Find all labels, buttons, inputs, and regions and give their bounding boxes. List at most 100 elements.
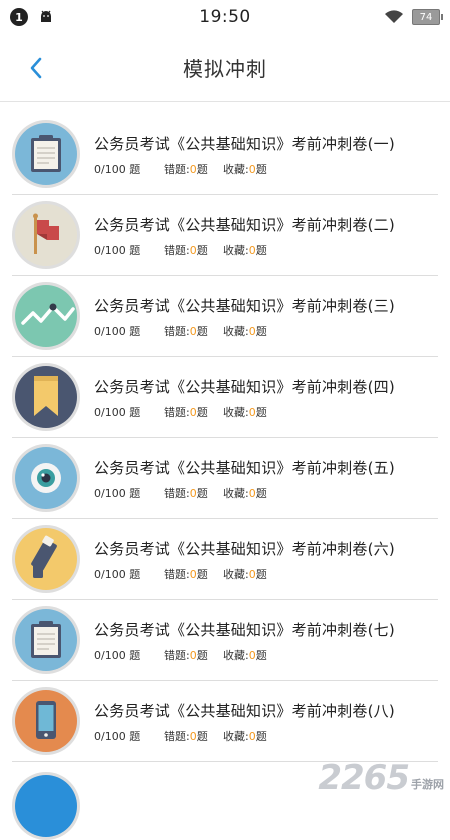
avatar-ring xyxy=(12,772,80,840)
fav-unit: 题 xyxy=(255,244,267,257)
exam-list: 公务员考试《公共基础知识》考前冲刺卷(一) 0/100 题错题:0题 收藏:0题 … xyxy=(0,114,450,762)
item-meta: 0/100 题错题:0题 收藏:0题 xyxy=(94,566,267,582)
fav-label: 收藏: xyxy=(223,244,249,257)
fav-count: 收藏:0题 xyxy=(223,728,267,744)
list-item[interactable]: 公务员考试《公共基础知识》考前冲刺卷(一) 0/100 题错题:0题 收藏:0题 xyxy=(12,114,438,195)
progress-text: 0/100 题 xyxy=(94,730,141,743)
progress-text: 0/100 题 xyxy=(94,487,141,500)
fav-count: 收藏:0题 xyxy=(223,647,267,663)
item-meta: 0/100 题错题:0题 收藏:0题 xyxy=(94,485,267,501)
wrong-label: 错题: xyxy=(164,163,190,176)
line-chart-icon xyxy=(21,303,75,325)
avatar-ring xyxy=(12,444,80,512)
wifi-icon xyxy=(385,10,403,23)
telescope-icon xyxy=(31,535,57,578)
fav-number: 0 xyxy=(248,244,256,257)
fav-count: 收藏:0题 xyxy=(223,242,267,258)
eye-icon xyxy=(31,463,61,493)
status-time: 19:50 xyxy=(199,7,251,27)
item-meta: 0/100 题 错题:0题 收藏:0题 xyxy=(94,728,267,744)
fav-count: 收藏:0题 xyxy=(223,323,267,339)
progress-text: 0/100 题 xyxy=(94,568,141,581)
avatar xyxy=(15,609,77,671)
battery-icon: 74 xyxy=(412,9,443,25)
clipboard-icon xyxy=(31,621,61,658)
fav-number: 0 xyxy=(248,730,256,743)
list-item[interactable]: 公务员考试《公共基础知识》考前冲刺卷(八) 0/100 题 错题:0题 收藏:0题 xyxy=(12,681,438,762)
fav-unit: 题 xyxy=(255,568,267,581)
wrong-unit: 题 xyxy=(196,487,208,500)
wrong-label: 错题: xyxy=(164,244,190,257)
wrong-number: 0 xyxy=(189,244,197,257)
wrong-unit: 题 xyxy=(196,649,208,662)
fav-number: 0 xyxy=(248,487,256,500)
list-item[interactable]: 公务员考试《公共基础知识》考前冲刺卷(五) 0/100 题错题:0题 收藏:0题 xyxy=(12,438,438,519)
watermark-logo: 2265 手游网 xyxy=(318,758,444,798)
list-item[interactable]: 公务员考试《公共基础知识》考前冲刺卷(二) 0/100 题错题:0题 收藏:0题 xyxy=(12,195,438,276)
wrong-unit: 题 xyxy=(196,406,208,419)
avatar-ring xyxy=(12,363,80,431)
fav-number: 0 xyxy=(248,163,256,176)
item-title: 公务员考试《公共基础知识》考前冲刺卷(一) xyxy=(94,135,395,153)
avatar xyxy=(15,447,77,509)
item-title: 公务员考试《公共基础知识》考前冲刺卷(五) xyxy=(94,459,395,477)
wrong-number: 0 xyxy=(189,163,197,176)
wrong-number: 0 xyxy=(189,568,197,581)
wrong-unit: 题 xyxy=(196,568,208,581)
flag-icon xyxy=(33,213,59,254)
item-title: 公务员考试《公共基础知识》考前冲刺卷(八) xyxy=(94,702,395,720)
chevron-left-icon xyxy=(30,57,42,79)
wrong-number: 0 xyxy=(189,325,197,338)
list-item[interactable]: 公务员考试《公共基础知识》考前冲刺卷(三) 0/100 题 错题:0题 收藏:0题 xyxy=(12,276,438,357)
wrong-number: 0 xyxy=(189,406,197,419)
avatar-ring xyxy=(12,201,80,269)
list-item[interactable]: 公务员考试《公共基础知识》考前冲刺卷(四) 0/100 题错题:0题 收藏:0题 xyxy=(12,357,438,438)
wrong-count: 错题:0题 xyxy=(164,161,223,177)
fav-count: 收藏:0题 xyxy=(223,404,267,420)
item-title: 公务员考试《公共基础知识》考前冲刺卷(七) xyxy=(94,621,395,639)
wrong-unit: 题 xyxy=(196,244,208,257)
fav-number: 0 xyxy=(248,325,256,338)
fav-unit: 题 xyxy=(255,163,267,176)
progress-text: 0/100 题 xyxy=(94,244,141,257)
avatar xyxy=(15,123,77,185)
progress-text: 0/100 题 xyxy=(94,325,141,338)
wrong-label: 错题: xyxy=(164,406,190,419)
watermark-text: 手游网 xyxy=(411,778,444,791)
fav-label: 收藏: xyxy=(223,649,249,662)
progress-text: 0/100 题 xyxy=(94,163,141,176)
avatar xyxy=(15,204,77,266)
fav-unit: 题 xyxy=(255,487,267,500)
fav-number: 0 xyxy=(248,568,256,581)
item-meta: 0/100 题错题:0题 收藏:0题 xyxy=(94,404,267,420)
item-title: 公务员考试《公共基础知识》考前冲刺卷(四) xyxy=(94,378,395,396)
fav-label: 收藏: xyxy=(223,406,249,419)
item-meta: 0/100 题错题:0题 收藏:0题 xyxy=(94,242,267,258)
status-bar-left: 1 xyxy=(10,8,160,26)
wrong-label: 错题: xyxy=(164,730,190,743)
page-title: 模拟冲刺 xyxy=(183,57,267,81)
wrong-number: 0 xyxy=(189,649,197,662)
fav-number: 0 xyxy=(248,649,256,662)
avatar xyxy=(15,528,77,590)
fav-label: 收藏: xyxy=(223,487,249,500)
avatar xyxy=(15,285,77,347)
fav-unit: 题 xyxy=(255,649,267,662)
wrong-label: 错题: xyxy=(164,649,190,662)
item-meta: 0/100 题错题:0题 收藏:0题 xyxy=(94,161,267,177)
clipboard-icon xyxy=(31,135,61,172)
wrong-label: 错题: xyxy=(164,568,190,581)
avatar-ring xyxy=(12,606,80,674)
item-title: 公务员考试《公共基础知识》考前冲刺卷(三) xyxy=(94,297,395,315)
back-button[interactable] xyxy=(20,52,52,84)
wrong-number: 0 xyxy=(189,730,197,743)
wrong-count: 错题:0题 xyxy=(164,404,223,420)
wrong-count: 错题:0题 xyxy=(164,566,223,582)
avatar xyxy=(15,775,77,837)
wrong-count: 错题:0题 xyxy=(164,323,223,339)
notification-badge: 1 xyxy=(10,8,28,26)
list-item[interactable]: 公务员考试《公共基础知识》考前冲刺卷(七) 0/100 题错题:0题 收藏:0题 xyxy=(12,600,438,681)
list-item[interactable]: 公务员考试《公共基础知识》考前冲刺卷(六) 0/100 题错题:0题 收藏:0题 xyxy=(12,519,438,600)
item-meta: 0/100 题 错题:0题 收藏:0题 xyxy=(94,323,267,339)
wrong-count: 错题:0题 xyxy=(164,728,223,744)
